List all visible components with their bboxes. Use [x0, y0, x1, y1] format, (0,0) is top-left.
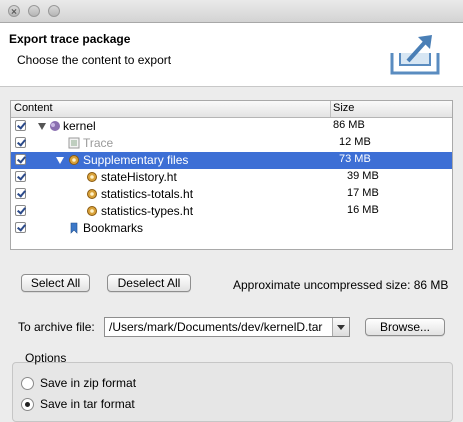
select-all-button[interactable]: Select All — [21, 274, 90, 292]
gear-icon — [87, 189, 97, 199]
row-checkbox[interactable] — [15, 154, 26, 165]
column-header-size[interactable]: Size — [333, 102, 354, 114]
approximate-size-label: Approximate uncompressed size: 86 MB — [233, 278, 449, 292]
tar-format-label[interactable]: Save in tar format — [40, 397, 135, 411]
table-row[interactable]: Trace 12 MB — [11, 135, 452, 152]
tar-format-radio[interactable] — [21, 398, 34, 411]
row-size: 86 MB — [333, 119, 365, 131]
table-row[interactable]: kernel 86 MB — [11, 118, 452, 135]
row-size: 73 MB — [339, 153, 371, 165]
gear-icon — [87, 206, 97, 216]
table-row[interactable]: statistics-totals.ht 17 MB — [11, 186, 452, 203]
archive-path-combo[interactable]: /Users/mark/Documents/dev/kernelD.tar — [104, 317, 350, 337]
wizard-title: Export trace package — [9, 32, 131, 46]
zoom-window-button[interactable] — [48, 5, 60, 17]
row-label: stateHistory.ht — [101, 170, 177, 184]
wizard-subtitle: Choose the content to export — [17, 53, 172, 67]
gear-icon — [87, 172, 97, 182]
wizard-header: Export trace package Choose the content … — [0, 23, 463, 87]
zip-format-label[interactable]: Save in zip format — [40, 376, 136, 390]
deselect-all-button[interactable]: Deselect All — [107, 274, 191, 292]
table-row[interactable]: Bookmarks — [11, 220, 452, 237]
row-checkbox[interactable] — [15, 120, 26, 131]
row-label: Bookmarks — [83, 221, 144, 235]
archive-path-value[interactable]: /Users/mark/Documents/dev/kernelD.tar — [109, 320, 331, 334]
table-header: Content Size — [11, 101, 452, 118]
row-size: 16 MB — [347, 204, 379, 216]
trace-node-icon — [50, 121, 60, 131]
row-size: 12 MB — [339, 136, 371, 148]
table-row[interactable]: Supplementary files 73 MB — [11, 152, 452, 169]
row-checkbox[interactable] — [15, 222, 26, 233]
row-checkbox[interactable] — [15, 171, 26, 182]
zip-format-radio[interactable] — [21, 377, 34, 390]
browse-button[interactable]: Browse... — [365, 318, 445, 336]
row-checkbox[interactable] — [15, 137, 26, 148]
minimize-window-button[interactable] — [28, 5, 40, 17]
content-table: Content Size kernel 86 MB Trace 12 MB Su… — [10, 100, 453, 250]
row-size: 17 MB — [347, 187, 379, 199]
row-size: 39 MB — [347, 170, 379, 182]
column-header-content[interactable]: Content — [14, 102, 53, 114]
expand-triangle-icon[interactable] — [38, 123, 46, 130]
options-label: Options — [25, 351, 67, 365]
options-group — [12, 362, 453, 422]
row-checkbox[interactable] — [15, 205, 26, 216]
row-label: kernel — [63, 119, 96, 133]
gear-icon — [69, 155, 79, 165]
row-label: Supplementary files — [83, 153, 189, 167]
column-separator[interactable] — [330, 101, 331, 117]
chevron-down-icon[interactable] — [332, 318, 349, 336]
row-checkbox[interactable] — [15, 188, 26, 199]
export-box-icon — [390, 35, 440, 75]
archive-file-label: To archive file: — [18, 320, 95, 334]
expand-triangle-icon[interactable] — [56, 157, 64, 164]
trace-file-icon — [68, 137, 80, 149]
row-label: statistics-types.ht — [101, 204, 194, 218]
row-label: Trace — [83, 136, 114, 150]
close-window-button[interactable] — [8, 5, 20, 17]
row-label: statistics-totals.ht — [101, 187, 194, 201]
table-row[interactable]: statistics-types.ht 16 MB — [11, 203, 452, 220]
window-titlebar — [0, 0, 463, 23]
table-row[interactable]: stateHistory.ht 39 MB — [11, 169, 452, 186]
bookmark-icon — [70, 222, 78, 234]
